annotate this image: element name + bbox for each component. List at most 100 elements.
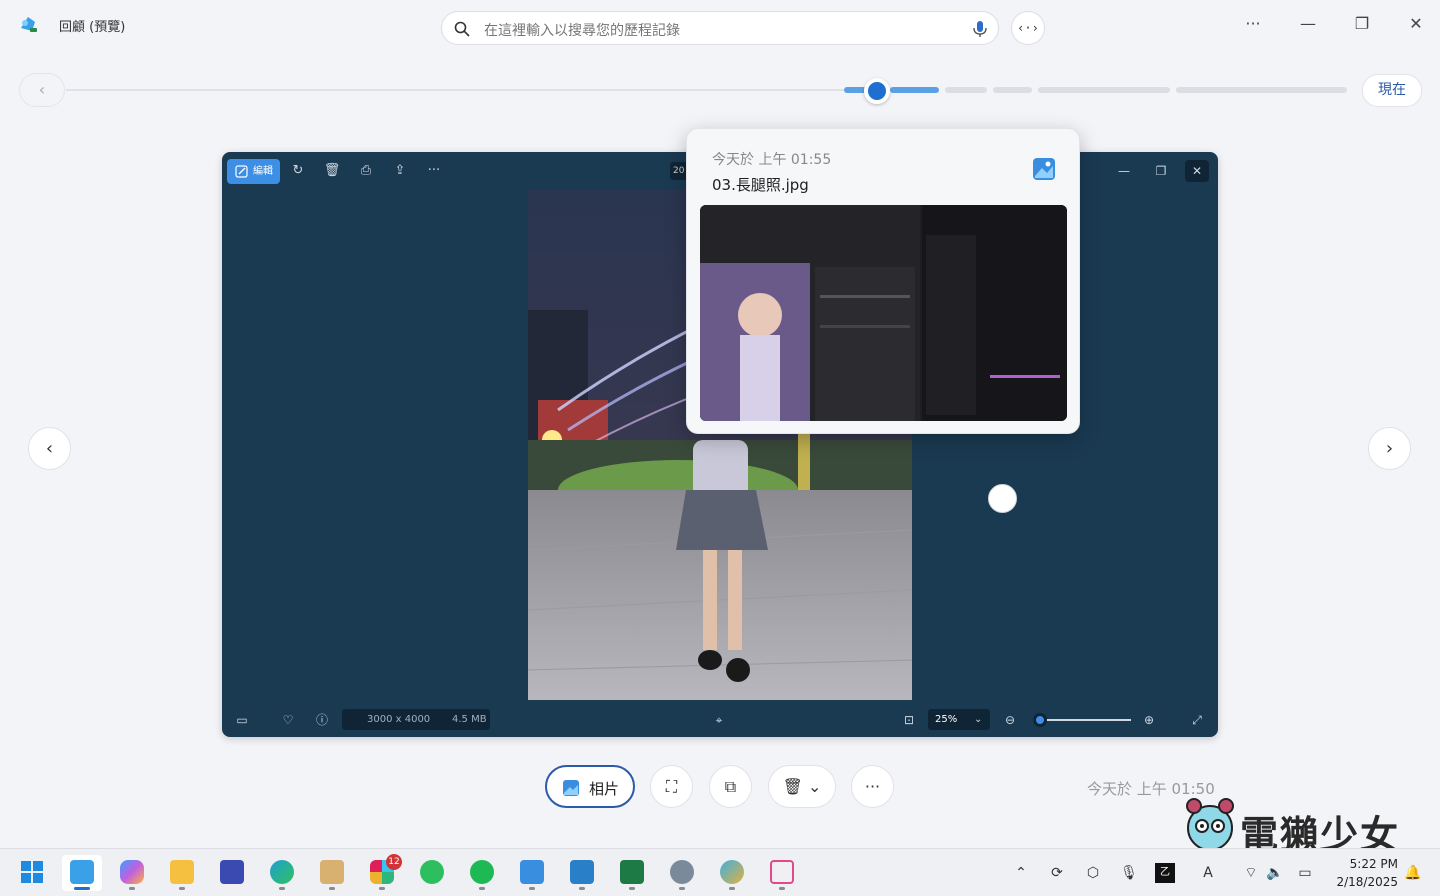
taskbar-pen-app[interactable] bbox=[212, 855, 252, 891]
copy-button[interactable]: ⧉ bbox=[709, 765, 752, 808]
delete-menu-button[interactable]: 🗑 ⌄ bbox=[768, 765, 836, 808]
timeline-segment[interactable] bbox=[844, 87, 866, 93]
show-hidden-icons[interactable]: ⌃ bbox=[1011, 863, 1031, 883]
focus-icon[interactable]: ⌖ bbox=[710, 711, 728, 729]
clock[interactable]: 5:22 PM 2/18/2025 bbox=[1318, 855, 1398, 891]
notification-bell-icon[interactable]: 🔔 bbox=[1403, 863, 1423, 883]
copy-icon: ⧉ bbox=[724, 777, 737, 796]
folder-icon bbox=[170, 860, 194, 884]
language-icon[interactable]: A bbox=[1198, 863, 1218, 883]
delete-icon[interactable]: 🗑 bbox=[323, 162, 341, 180]
previous-snapshot-button[interactable]: ‹ bbox=[28, 427, 71, 470]
taskbar-evernote[interactable] bbox=[412, 855, 452, 891]
snapshot-hover-card[interactable]: 今天於 上午 01:55 03.長腿照.jpg bbox=[686, 128, 1080, 434]
zoom-slider-thumb[interactable] bbox=[1033, 713, 1047, 727]
network-app-icon[interactable]: ⬡ bbox=[1083, 863, 1103, 883]
search-icon bbox=[454, 21, 470, 37]
timeline-slider-thumb[interactable] bbox=[864, 78, 890, 104]
rotate-icon[interactable]: ↻ bbox=[289, 162, 307, 180]
favorite-icon[interactable]: ♡ bbox=[279, 711, 297, 729]
code-view-button[interactable]: ‹·› bbox=[1011, 11, 1045, 45]
evernote-icon bbox=[420, 860, 444, 884]
taskbar-file-explorer[interactable] bbox=[162, 855, 202, 891]
battery-icon[interactable]: ▭ bbox=[1295, 863, 1315, 883]
open-in-photos-button[interactable]: 相片 bbox=[545, 765, 635, 808]
excel-icon bbox=[620, 860, 644, 884]
clock-time: 5:22 PM bbox=[1349, 857, 1398, 871]
photos-taskbar-icon bbox=[520, 860, 544, 884]
scan-sparkle-icon: ⛶ bbox=[665, 777, 678, 796]
taskbar-excel[interactable] bbox=[612, 855, 652, 891]
screen-app-icon bbox=[570, 860, 594, 884]
more-icon[interactable]: ··· bbox=[425, 162, 443, 180]
card-timestamp: 今天於 上午 01:55 bbox=[712, 152, 832, 168]
wifi-icon[interactable]: ⌔ bbox=[1241, 863, 1261, 883]
next-snapshot-button[interactable]: › bbox=[1368, 427, 1411, 470]
taskbar-copilot[interactable] bbox=[112, 855, 152, 891]
edit-pen-icon bbox=[235, 165, 248, 178]
chevron-down-icon: ⌄ bbox=[974, 714, 983, 725]
image-file-size: 4.5 MB bbox=[452, 714, 487, 725]
snipping-tool-icon bbox=[770, 860, 794, 884]
click-to-do-button[interactable]: ⛶ bbox=[650, 765, 693, 808]
microphone-tray-icon[interactable]: 🎙 bbox=[1119, 863, 1139, 883]
snapshot-thumbnail[interactable] bbox=[700, 205, 1067, 421]
minimize-button[interactable]: — bbox=[1293, 12, 1323, 36]
more-options-icon[interactable]: ··· bbox=[1238, 12, 1268, 36]
photos-close-icon[interactable]: ✕ bbox=[1185, 160, 1209, 182]
photos-status-bar: ▭ ♡ ⓘ 3000 x 4000 4.5 MB ⌖ ⊡ 25% ⌄ ⊖ ⊕ ⤢ bbox=[222, 703, 1218, 737]
now-button[interactable]: 現在 bbox=[1362, 74, 1422, 107]
timeline-back-button[interactable]: ‹ bbox=[19, 73, 65, 107]
windows-logo-icon bbox=[21, 861, 43, 883]
taskbar-edge[interactable] bbox=[262, 855, 302, 891]
taskbar-settings[interactable] bbox=[662, 855, 702, 891]
zoom-out-icon[interactable]: ⊖ bbox=[1001, 711, 1019, 729]
pen-app-icon bbox=[220, 860, 244, 884]
restore-button[interactable]: ❐ bbox=[1347, 12, 1377, 36]
photos-minimize-icon[interactable]: — bbox=[1112, 160, 1136, 182]
zoom-in-icon[interactable]: ⊕ bbox=[1140, 711, 1158, 729]
taskbar-recall[interactable] bbox=[62, 855, 102, 891]
taskbar-snipping-tool[interactable] bbox=[762, 855, 802, 891]
taskbar-maps[interactable] bbox=[712, 855, 752, 891]
timeline-segment[interactable] bbox=[890, 87, 939, 93]
edge-icon bbox=[270, 860, 294, 884]
photos-app-icon bbox=[1033, 158, 1055, 180]
zoom-slider-track[interactable] bbox=[1033, 719, 1131, 721]
close-button[interactable]: ✕ bbox=[1401, 12, 1431, 36]
taskbar-package-app[interactable] bbox=[312, 855, 352, 891]
search-placeholder[interactable]: 在這裡輸入以搜尋您的歷程記錄 bbox=[484, 20, 680, 40]
edit-button[interactable]: 編輯 bbox=[227, 159, 280, 184]
edit-label: 編輯 bbox=[253, 166, 273, 177]
print-icon[interactable]: ⎙ bbox=[357, 162, 375, 180]
start-button[interactable] bbox=[12, 855, 52, 891]
zoom-level-dropdown[interactable]: 25% ⌄ bbox=[928, 709, 990, 730]
volume-icon[interactable]: 🔈 bbox=[1265, 863, 1285, 883]
recall-icon bbox=[70, 860, 94, 884]
photos-icon bbox=[563, 780, 579, 796]
fullscreen-icon[interactable]: ⤢ bbox=[1188, 711, 1206, 729]
fit-screen-icon[interactable]: ⊡ bbox=[900, 711, 918, 729]
settings-gear-icon bbox=[670, 860, 694, 884]
timeline-segment[interactable] bbox=[1176, 87, 1347, 93]
timeline-segment[interactable] bbox=[993, 87, 1032, 93]
zoom-value: 25% bbox=[935, 714, 958, 725]
taskbar-spotify[interactable] bbox=[462, 855, 502, 891]
timeline-segment[interactable] bbox=[945, 87, 987, 93]
ime-icon[interactable]: 乙 bbox=[1155, 863, 1175, 883]
sync-icon[interactable]: ⟳ bbox=[1047, 863, 1067, 883]
taskbar-slack[interactable]: 12 bbox=[362, 854, 402, 891]
clock-date: 2/18/2025 bbox=[1336, 875, 1398, 889]
image-dimensions: 3000 x 4000 bbox=[367, 714, 431, 725]
copilot-icon bbox=[120, 860, 144, 884]
search-box[interactable]: 在這裡輸入以搜尋您的歷程記錄 bbox=[441, 11, 999, 45]
share-icon[interactable]: ⇪ bbox=[391, 162, 409, 180]
filmstrip-icon[interactable]: ▭ bbox=[233, 711, 251, 729]
taskbar-screen-app[interactable] bbox=[562, 855, 602, 891]
info-icon[interactable]: ⓘ bbox=[313, 711, 331, 729]
more-actions-button[interactable]: ··· bbox=[851, 765, 894, 808]
microphone-icon[interactable] bbox=[971, 19, 989, 39]
photos-restore-icon[interactable]: ❐ bbox=[1149, 160, 1173, 182]
timeline-segment[interactable] bbox=[1038, 87, 1170, 93]
taskbar-photos[interactable] bbox=[512, 855, 552, 891]
